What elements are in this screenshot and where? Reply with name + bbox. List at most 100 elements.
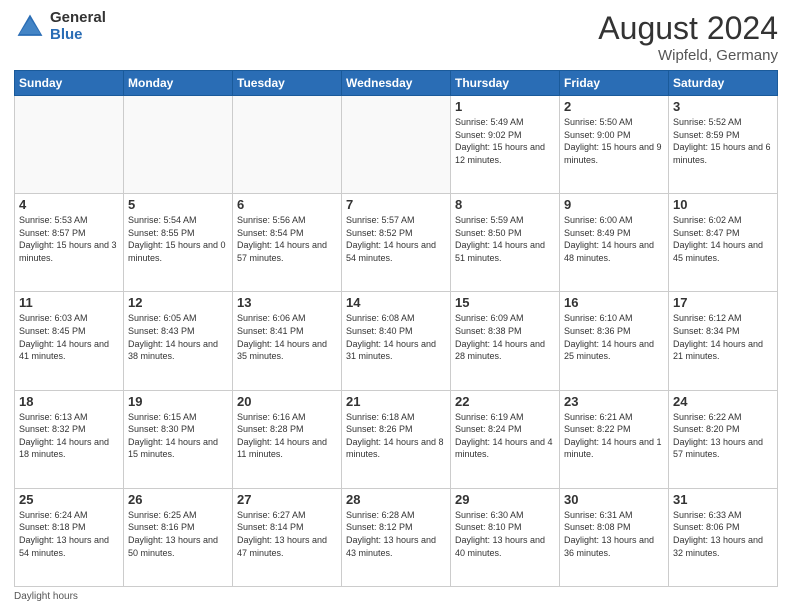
calendar-cell-4-6: 31Sunrise: 6:33 AMSunset: 8:06 PMDayligh…: [669, 488, 778, 586]
title-location: Wipfeld, Germany: [598, 47, 778, 64]
calendar-header-row: Sunday Monday Tuesday Wednesday Thursday…: [15, 71, 778, 96]
calendar-cell-0-3: [342, 96, 451, 194]
col-thursday: Thursday: [451, 71, 560, 96]
calendar-cell-2-6: 17 Sunrise: 6:12 AMSunset: 8:34 PMDayligh…: [669, 292, 778, 390]
cell-info: Sunrise: 6:18 AMSunset: 8:26 PMDaylight:…: [346, 411, 446, 461]
cell-info: Sunrise: 5:52 AMSunset: 8:59 PMDaylight:…: [673, 116, 773, 166]
col-friday: Friday: [560, 71, 669, 96]
calendar-cell-3-2: 20 Sunrise: 6:16 AMSunset: 8:28 PMDayligh…: [233, 390, 342, 488]
cell-info: Sunrise: 6:09 AMSunset: 8:38 PMDaylight:…: [455, 312, 555, 362]
cell-date: 23: [564, 394, 664, 409]
calendar-week-row-1: 4Sunrise: 5:53 AMSunset: 8:57 PMDaylight…: [15, 194, 778, 292]
cell-date: 2: [564, 99, 664, 114]
calendar-cell-0-4: 1 Sunrise: 5:49 AMSunset: 9:02 PMDaylight…: [451, 96, 560, 194]
cell-date: 27: [237, 492, 337, 507]
calendar-cell-2-2: 13Sunrise: 6:06 AMSunset: 8:41 PMDayligh…: [233, 292, 342, 390]
cell-date: 16: [564, 295, 664, 310]
calendar-week-row-0: 1 Sunrise: 5:49 AMSunset: 9:02 PMDaylight…: [15, 96, 778, 194]
col-sunday: Sunday: [15, 71, 124, 96]
cell-date: 3: [673, 99, 773, 114]
cell-info: Sunrise: 6:21 AMSunset: 8:22 PMDaylight:…: [564, 411, 664, 461]
cell-date: 24: [673, 394, 773, 409]
calendar-cell-4-0: 25 Sunrise: 6:24 AMSunset: 8:18 PMDayligh…: [15, 488, 124, 586]
calendar-cell-4-5: 30Sunrise: 6:31 AMSunset: 8:08 PMDayligh…: [560, 488, 669, 586]
cell-info: Sunrise: 6:03 AMSunset: 8:45 PMDaylight:…: [19, 312, 119, 362]
calendar-table: Sunday Monday Tuesday Wednesday Thursday…: [14, 70, 778, 587]
cell-date: 22: [455, 394, 555, 409]
cell-info: Sunrise: 5:59 AMSunset: 8:50 PMDaylight:…: [455, 214, 555, 264]
cell-date: 26: [128, 492, 228, 507]
logo-blue-text: Blue: [50, 27, 106, 44]
calendar-cell-3-6: 24 Sunrise: 6:22 AMSunset: 8:20 PMDayligh…: [669, 390, 778, 488]
cell-date: 10: [673, 197, 773, 212]
calendar-cell-0-6: 3 Sunrise: 5:52 AMSunset: 8:59 PMDaylight…: [669, 96, 778, 194]
footer-note: Daylight hours: [14, 591, 778, 602]
col-wednesday: Wednesday: [342, 71, 451, 96]
cell-date: 11: [19, 295, 119, 310]
calendar-cell-4-4: 29 Sunrise: 6:30 AMSunset: 8:10 PMDayligh…: [451, 488, 560, 586]
cell-info: Sunrise: 5:54 AMSunset: 8:55 PMDaylight:…: [128, 214, 228, 264]
cell-info: Sunrise: 6:22 AMSunset: 8:20 PMDaylight:…: [673, 411, 773, 461]
calendar-cell-0-5: 2 Sunrise: 5:50 AMSunset: 9:00 PMDaylight…: [560, 96, 669, 194]
calendar-cell-2-4: 15 Sunrise: 6:09 AMSunset: 8:38 PMDayligh…: [451, 292, 560, 390]
calendar-cell-0-2: [233, 96, 342, 194]
calendar-cell-1-3: 7Sunrise: 5:57 AMSunset: 8:52 PMDaylight…: [342, 194, 451, 292]
cell-date: 29: [455, 492, 555, 507]
cell-date: 12: [128, 295, 228, 310]
calendar-week-row-3: 18Sunrise: 6:13 AMSunset: 8:32 PMDayligh…: [15, 390, 778, 488]
calendar-cell-4-1: 26 Sunrise: 6:25 AMSunset: 8:16 PMDayligh…: [124, 488, 233, 586]
cell-date: 20: [237, 394, 337, 409]
cell-info: Sunrise: 6:15 AMSunset: 8:30 PMDaylight:…: [128, 411, 228, 461]
calendar-cell-1-1: 5 Sunrise: 5:54 AMSunset: 8:55 PMDaylight…: [124, 194, 233, 292]
cell-info: Sunrise: 6:02 AMSunset: 8:47 PMDaylight:…: [673, 214, 773, 264]
cell-date: 19: [128, 394, 228, 409]
cell-info: Sunrise: 6:08 AMSunset: 8:40 PMDaylight:…: [346, 312, 446, 362]
calendar-cell-4-2: 27Sunrise: 6:27 AMSunset: 8:14 PMDayligh…: [233, 488, 342, 586]
calendar-cell-1-4: 8Sunrise: 5:59 AMSunset: 8:50 PMDaylight…: [451, 194, 560, 292]
cell-date: 17: [673, 295, 773, 310]
cell-date: 14: [346, 295, 446, 310]
calendar-cell-1-0: 4Sunrise: 5:53 AMSunset: 8:57 PMDaylight…: [15, 194, 124, 292]
cell-info: Sunrise: 5:49 AMSunset: 9:02 PMDaylight:…: [455, 116, 555, 166]
calendar-cell-1-6: 10 Sunrise: 6:02 AMSunset: 8:47 PMDayligh…: [669, 194, 778, 292]
cell-info: Sunrise: 5:50 AMSunset: 9:00 PMDaylight:…: [564, 116, 664, 166]
col-monday: Monday: [124, 71, 233, 96]
calendar-week-row-4: 25 Sunrise: 6:24 AMSunset: 8:18 PMDayligh…: [15, 488, 778, 586]
col-saturday: Saturday: [669, 71, 778, 96]
calendar-cell-4-3: 28 Sunrise: 6:28 AMSunset: 8:12 PMDayligh…: [342, 488, 451, 586]
calendar-cell-3-0: 18Sunrise: 6:13 AMSunset: 8:32 PMDayligh…: [15, 390, 124, 488]
cell-date: 1: [455, 99, 555, 114]
cell-date: 25: [19, 492, 119, 507]
cell-info: Sunrise: 6:19 AMSunset: 8:24 PMDaylight:…: [455, 411, 555, 461]
cell-date: 15: [455, 295, 555, 310]
logo-general-text: General: [50, 10, 106, 27]
calendar-cell-2-3: 14 Sunrise: 6:08 AMSunset: 8:40 PMDayligh…: [342, 292, 451, 390]
cell-date: 21: [346, 394, 446, 409]
cell-info: Sunrise: 6:05 AMSunset: 8:43 PMDaylight:…: [128, 312, 228, 362]
cell-info: Sunrise: 6:24 AMSunset: 8:18 PMDaylight:…: [19, 509, 119, 559]
logo: General Blue: [14, 10, 106, 43]
calendar-week-row-2: 11 Sunrise: 6:03 AMSunset: 8:45 PMDayligh…: [15, 292, 778, 390]
cell-info: Sunrise: 6:25 AMSunset: 8:16 PMDaylight:…: [128, 509, 228, 559]
calendar-cell-2-1: 12 Sunrise: 6:05 AMSunset: 8:43 PMDayligh…: [124, 292, 233, 390]
cell-date: 13: [237, 295, 337, 310]
cell-date: 7: [346, 197, 446, 212]
cell-info: Sunrise: 6:16 AMSunset: 8:28 PMDaylight:…: [237, 411, 337, 461]
cell-date: 18: [19, 394, 119, 409]
calendar-cell-0-0: [15, 96, 124, 194]
logo-icon: [14, 11, 46, 43]
header: General Blue August 2024 Wipfeld, German…: [14, 10, 778, 64]
cell-info: Sunrise: 6:12 AMSunset: 8:34 PMDaylight:…: [673, 312, 773, 362]
calendar-cell-1-2: 6Sunrise: 5:56 AMSunset: 8:54 PMDaylight…: [233, 194, 342, 292]
cell-info: Sunrise: 6:33 AMSunset: 8:06 PMDaylight:…: [673, 509, 773, 559]
cell-info: Sunrise: 6:28 AMSunset: 8:12 PMDaylight:…: [346, 509, 446, 559]
cell-date: 6: [237, 197, 337, 212]
cell-date: 28: [346, 492, 446, 507]
cell-date: 5: [128, 197, 228, 212]
cell-info: Sunrise: 6:30 AMSunset: 8:10 PMDaylight:…: [455, 509, 555, 559]
col-tuesday: Tuesday: [233, 71, 342, 96]
logo-text: General Blue: [50, 10, 106, 43]
cell-info: Sunrise: 6:00 AMSunset: 8:49 PMDaylight:…: [564, 214, 664, 264]
calendar-cell-3-1: 19 Sunrise: 6:15 AMSunset: 8:30 PMDayligh…: [124, 390, 233, 488]
title-month: August 2024: [598, 10, 778, 47]
